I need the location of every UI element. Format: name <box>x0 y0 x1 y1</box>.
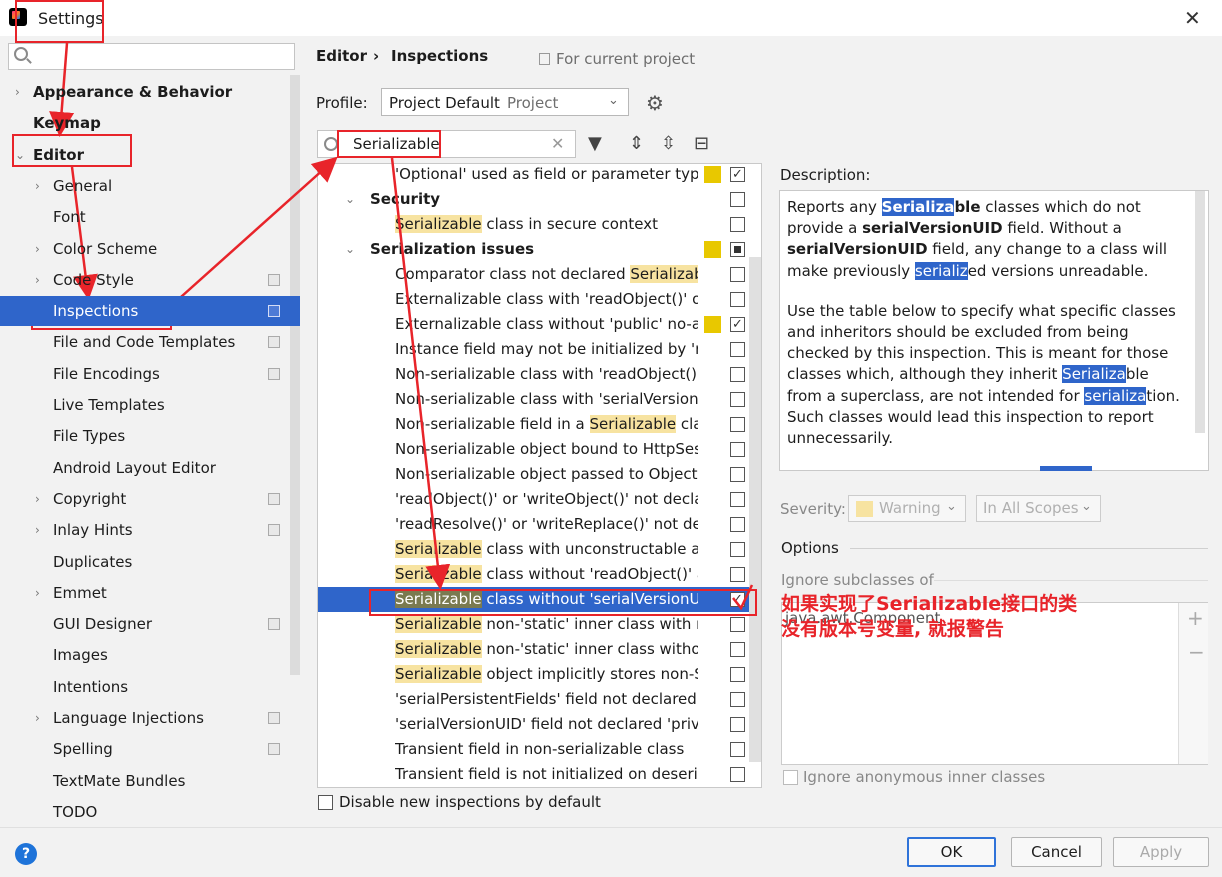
annotation-check-mark <box>732 584 754 611</box>
chevron-right-icon[interactable]: › <box>15 77 20 107</box>
sidebar-item-inlay-hints[interactable]: › Inlay Hints <box>0 515 300 545</box>
sidebar-item-label: General <box>53 176 113 195</box>
sidebar-item-android-layout-editor[interactable]: Android Layout Editor <box>0 453 300 483</box>
sidebar-item-label: Font <box>53 208 86 227</box>
sidebar-item-gui-designer[interactable]: GUI Designer <box>0 609 300 639</box>
sidebar-item-label: Live Templates <box>53 396 165 414</box>
sidebar-item-inspections[interactable]: Inspections <box>0 296 300 327</box>
sidebar-item-label: Inlay Hints <box>53 521 133 540</box>
sidebar-item-general[interactable]: › General <box>0 171 300 201</box>
sidebar-item-file-types[interactable]: File Types <box>0 421 300 451</box>
sidebar-item-todo[interactable]: TODO <box>0 797 300 827</box>
project-scope-icon <box>268 336 280 349</box>
sidebar-item-label: Appearance & Behavior <box>33 83 233 101</box>
annotation-line-2: 没有版本号变量, 就报警告 <box>781 618 1004 640</box>
sidebar-item-emmet[interactable]: › Emmet <box>0 578 300 608</box>
project-scope-icon <box>268 712 280 724</box>
sidebar-item-label: Color Scheme <box>53 239 158 258</box>
chevron-right-icon[interactable]: › <box>35 234 40 264</box>
project-scope-icon <box>268 524 280 537</box>
arrow-filter-to-row <box>390 157 451 590</box>
annotation-note: 如果实现了Serializable接口的类 没有版本号变量, 就报警告 <box>781 592 1077 642</box>
sidebar-item-label: Code Style <box>53 270 134 289</box>
sidebar-item-label: Android Layout Editor <box>53 458 216 477</box>
sidebar-item-label: Intentions <box>53 677 129 696</box>
sidebar-item-copyright[interactable]: › Copyright <box>0 484 300 514</box>
sidebar-item-label: File Types <box>53 427 126 446</box>
sidebar-item-images[interactable]: Images <box>0 640 300 670</box>
sidebar-item-label: Emmet <box>53 583 107 602</box>
chevron-right-icon[interactable]: › <box>35 265 40 295</box>
project-scope-icon <box>268 367 280 380</box>
sidebar-item-label: Images <box>53 646 108 665</box>
sidebar-item-label: Duplicates <box>53 552 133 571</box>
sidebar-item-keymap[interactable]: Keymap <box>0 108 300 138</box>
sidebar-item-label: Spelling <box>53 740 113 759</box>
chevron-right-icon[interactable]: › <box>35 484 40 514</box>
chevron-right-icon[interactable]: › <box>35 171 40 201</box>
chevron-right-icon[interactable]: › <box>35 703 40 733</box>
sidebar-item-label: File and Code Templates <box>53 333 236 352</box>
annotation-line-1: 如果实现了Serializable接口的类 <box>781 593 1078 615</box>
sidebar-item-editor[interactable]: ⌄ Editor <box>0 140 300 170</box>
sidebar-item-language-injections[interactable]: › Language Injections <box>0 703 300 733</box>
sidebar-item-duplicates[interactable]: Duplicates <box>0 547 300 577</box>
chevron-down-icon[interactable]: ⌄ <box>15 140 25 170</box>
sidebar-item-code-style[interactable]: › Code Style <box>0 265 300 295</box>
sidebar-item-spelling[interactable]: Spelling <box>0 734 300 764</box>
project-scope-icon <box>268 492 280 505</box>
sidebar-item-live-templates[interactable]: Live Templates <box>0 390 300 420</box>
sidebar-item-label: Keymap <box>33 114 101 133</box>
sidebar-item-label: GUI Designer <box>53 615 152 634</box>
project-scope-icon <box>268 743 280 756</box>
project-scope-icon <box>268 273 280 286</box>
sidebar-item-appearance-behavior[interactable]: › Appearance & Behavior <box>0 77 300 107</box>
sidebar-item-file-encodings[interactable]: File Encodings <box>0 359 300 389</box>
sidebar-item-label: Editor <box>33 145 84 164</box>
chevron-right-icon[interactable]: › <box>35 578 40 608</box>
chevron-right-icon[interactable]: › <box>35 515 40 545</box>
sidebar-item-intentions[interactable]: Intentions <box>0 672 300 702</box>
sidebar-item-label: Copyright <box>53 489 127 508</box>
sidebar-item-file-and-code-templates[interactable]: File and Code Templates <box>0 327 300 357</box>
sidebar-item-label: TextMate Bundles <box>53 771 186 790</box>
sidebar-item-label: Language Injections <box>53 709 204 727</box>
sidebar-item-label: TODO <box>53 802 98 821</box>
sidebar-item-color-scheme[interactable]: › Color Scheme <box>0 234 300 264</box>
sidebar-item-label: File Encodings <box>53 364 160 383</box>
sidebar-item-label: Inspections <box>53 302 139 321</box>
project-scope-icon <box>268 618 280 631</box>
sidebar-item-textmate-bundles[interactable]: TextMate Bundles <box>0 766 300 796</box>
project-scope-icon <box>268 305 280 318</box>
sidebar-item-font[interactable]: Font <box>0 202 300 232</box>
